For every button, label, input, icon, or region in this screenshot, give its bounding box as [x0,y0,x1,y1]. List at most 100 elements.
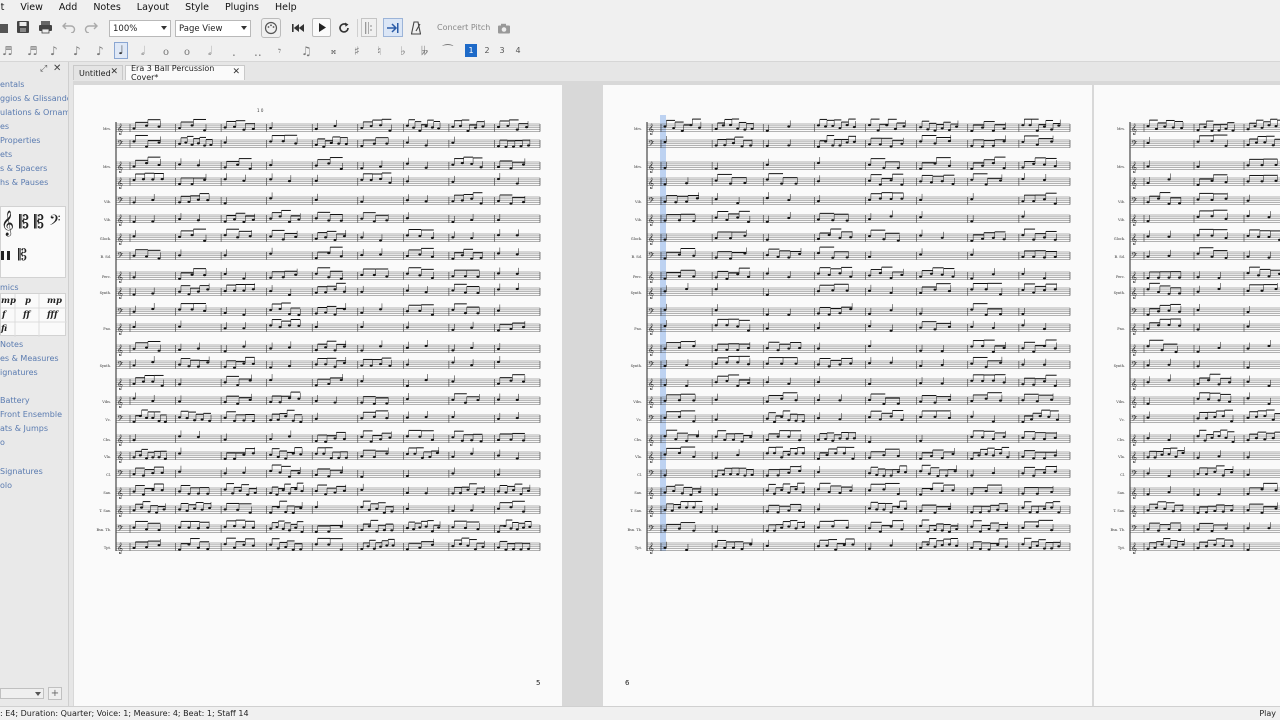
staff[interactable]: Vla. 𝄞 [634,446,1071,463]
voice-1-button[interactable]: 1 [465,44,477,57]
undo-icon[interactable] [61,19,77,35]
staff[interactable]: Vib. 𝄢 [1117,192,1280,208]
staff[interactable]: Glock. 𝄞 [631,228,1071,245]
close-tab-icon[interactable]: ✕ [232,67,240,77]
double-flat-icon[interactable]: 𝄫 [421,44,428,58]
note-16th-icon[interactable]: ♪ [50,44,58,58]
staff[interactable]: Mrs. 𝄞 [103,118,541,135]
palette-item-pauses[interactable]: hs & Pauses [0,178,48,187]
staff[interactable]: Sax. 𝄞 [634,482,1071,499]
flip-direction-icon[interactable]: ♫ [301,44,312,58]
menu-edit[interactable]: it [0,2,12,13]
staff[interactable]: Mrs. 𝄞 [103,156,541,173]
staff[interactable]: T. Sax. 𝄞 [99,500,541,517]
menu-help[interactable]: Help [267,2,305,13]
menu-add[interactable]: Add [51,2,85,13]
staff[interactable]: 𝄞 [116,340,541,356]
palette-item-tempo[interactable]: o [0,438,5,447]
staff[interactable]: Cl. 𝄢 [106,464,541,481]
staff[interactable]: Cbs. 𝄞 [103,429,541,446]
open-icon[interactable] [0,20,10,36]
palette-item-arpeggios[interactable]: ggios & Glissandos [0,94,68,103]
voice-2-button[interactable]: 2 [481,44,493,57]
palette-item-time-signatures[interactable]: Signatures [0,467,43,476]
staff[interactable]: Tpt. 𝄞 [635,537,1071,554]
palette-item-solo[interactable]: olo [0,481,12,490]
score-page-6[interactable]: Mrs. 𝄞 𝄢 Mrs. 𝄞 𝄞 Vib. 𝄢 Vib. 𝄞 Glock. 𝄞 B. Sd. 𝄢 Perc… [603,85,1092,706]
staff[interactable]: T. Sax. 𝄞 [1113,501,1280,517]
percussion-clef-icon[interactable] [1,251,10,260]
menu-view[interactable]: View [12,2,51,13]
staff[interactable]: Vibs. 𝄞 [1115,392,1280,408]
staff[interactable]: 𝄢 [1130,303,1280,319]
note-half-icon[interactable]: 𝅗𝅥 [141,44,145,58]
palette-item-lines[interactable]: es [0,122,9,131]
staff[interactable]: Vc. 𝄢 [635,409,1071,426]
staff[interactable]: Pno. 𝄞 [634,318,1071,335]
staff[interactable]: Bsn. Tb. 𝄢 [627,519,1071,536]
staff[interactable]: Vib. 𝄞 [1117,209,1280,226]
palette-item-accidentals[interactable]: entals [0,80,24,89]
staff[interactable]: Perc. 𝄞 [1116,266,1280,283]
staff[interactable]: Vc. 𝄢 [104,409,541,426]
dynamic-fff-cell[interactable]: fff [47,310,58,320]
tab-untitled[interactable]: Untitled ✕ [73,65,123,80]
staff[interactable]: Synth. 𝄞 [1114,282,1280,299]
undock-icon[interactable]: ⤢ [40,64,47,74]
save-icon[interactable] [15,19,31,35]
staff[interactable]: Vla. 𝄞 [1117,447,1280,463]
palette-item-key-signatures[interactable]: ignatures [0,368,38,377]
staff[interactable]: 𝄞 [1130,339,1280,356]
staff[interactable]: Mrs. 𝄞 [1117,118,1280,135]
close-tab-icon[interactable]: ✕ [110,67,118,77]
menu-style[interactable]: Style [177,2,217,13]
repeat-start-icon[interactable] [361,18,377,37]
rewind-icon[interactable] [290,20,306,36]
note-eighth-icon[interactable]: ♪ [73,44,81,58]
concert-pitch-button[interactable]: Concert Pitch [437,23,490,32]
palette-item-articulations[interactable]: ulations & Ornament [0,108,68,117]
bass-clef-icon[interactable]: 𝄢 [49,212,61,233]
staff[interactable]: Glock. 𝄞 [1114,228,1280,245]
staff[interactable]: 𝄢 [647,135,1071,151]
staff[interactable]: 𝄞 [647,173,1071,189]
workspace-select[interactable] [0,688,44,699]
zoom-select[interactable]: 100% [109,20,171,37]
note-64th-icon[interactable]: ♬ [2,44,13,58]
staff[interactable]: 𝄢 [116,302,541,319]
staff[interactable]: Mrs. 𝄞 [634,156,1071,173]
staff[interactable]: Perc. 𝄞 [633,266,1071,283]
note-32nd-icon[interactable]: ♬ [27,44,38,58]
staff[interactable]: Mrs. 𝄞 [1117,158,1280,173]
staff[interactable]: Glock. 𝄞 [100,228,541,245]
dynamic-fp-cell[interactable]: fi [1,324,7,334]
staff[interactable]: T. Sax. 𝄞 [630,500,1071,517]
palette-item-grace-notes[interactable]: Notes [0,340,23,349]
note-quarter-icon[interactable]: ♩ [114,42,128,59]
menu-plugins[interactable]: Plugins [217,2,267,13]
palette-item-dynamics[interactable]: mics [0,283,19,292]
redo-icon[interactable] [83,19,99,35]
treble-clef-icon[interactable]: 𝄞 [1,211,14,236]
staff[interactable]: B. Sd. 𝄢 [1114,247,1280,263]
dynamic-mp-cell[interactable]: mp [1,296,16,306]
note-breve-icon[interactable]: o [184,46,190,60]
add-workspace-button[interactable]: + [48,687,62,700]
staff[interactable]: Vibs. 𝄞 [101,391,541,408]
staff[interactable]: B. Sd. 𝄢 [100,246,541,263]
staff[interactable]: 𝄞 [1130,173,1280,189]
flat-icon[interactable]: ♭ [400,44,406,58]
staff[interactable]: Vc. 𝄢 [1118,409,1280,426]
staff[interactable]: 𝄞 [116,374,541,390]
dynamic-p-cell[interactable]: p [25,296,31,306]
staff[interactable]: Tpt. 𝄞 [104,537,541,554]
staff[interactable]: Vib. 𝄢 [634,192,1071,208]
voice-3-button[interactable]: 3 [496,44,508,57]
staff[interactable]: 𝄢 [647,303,1071,319]
double-sharp-icon[interactable]: 𝄪 [331,44,336,58]
palette-item-repeats[interactable]: ats & Jumps [0,424,48,433]
palette-item-front-ensemble[interactable]: Front Ensemble [0,410,62,419]
staff[interactable]: Synth. 𝄞 [631,282,1071,299]
sharp-icon[interactable]: ♯ [354,44,360,58]
staff[interactable]: Synth. 𝄢 [100,356,541,372]
